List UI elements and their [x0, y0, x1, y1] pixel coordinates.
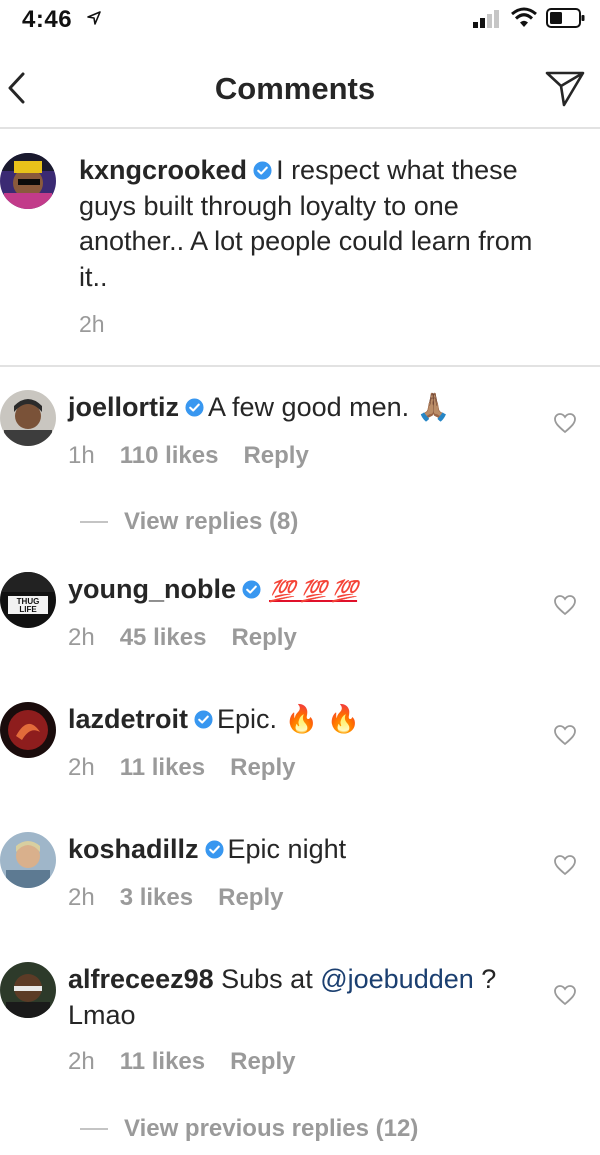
- fire-emoji: 🔥 🔥: [284, 704, 361, 735]
- comment-likes[interactable]: 3 likes: [120, 884, 193, 912]
- comment-likes[interactable]: 11 likes: [120, 1048, 205, 1076]
- post-caption: kxngcrooked I respect what these guys bui…: [0, 131, 600, 367]
- comment-item: THUG LIFE young_noble 💯 💯 💯 2h 45 likes R…: [0, 572, 600, 662]
- comment-meta: 2h 11 likes Reply: [68, 754, 295, 782]
- location-arrow-icon: [87, 11, 101, 25]
- comment-username[interactable]: lazdetroit: [68, 704, 188, 734]
- comment-timestamp: 2h: [68, 754, 95, 781]
- comment-username[interactable]: koshadillz: [68, 834, 199, 864]
- reply-button[interactable]: Reply: [230, 1048, 295, 1076]
- paper-plane-icon: [545, 71, 585, 107]
- comment-body: Epic.: [217, 704, 278, 734]
- comment-text: alfreceez98 Subs at @joebudden ? Lmao: [68, 962, 538, 1033]
- verified-badge-icon: [194, 710, 213, 729]
- nav-bar: Comments: [0, 45, 600, 129]
- comment-meta: 2h 3 likes Reply: [68, 884, 283, 912]
- avatar[interactable]: THUG LIFE: [0, 572, 56, 628]
- view-replies-label: View replies (8): [124, 508, 299, 535]
- comment-likes[interactable]: 45 likes: [120, 624, 207, 652]
- status-time: 4:46: [22, 6, 73, 33]
- avatar[interactable]: [0, 702, 56, 758]
- avatar[interactable]: [0, 390, 56, 446]
- heart-icon[interactable]: [553, 854, 577, 876]
- comment-meta: 1h 110 likes Reply: [68, 442, 309, 470]
- avatar-image: [0, 962, 56, 1018]
- svg-text:LIFE: LIFE: [19, 605, 37, 614]
- view-replies-button[interactable]: View replies (8): [80, 506, 298, 538]
- avatar[interactable]: [0, 153, 56, 209]
- avatar[interactable]: [0, 962, 56, 1018]
- cellular-signal-icon: [473, 10, 499, 28]
- comment-timestamp: 2h: [68, 624, 95, 651]
- divider-line: [80, 1128, 108, 1130]
- reply-button[interactable]: Reply: [243, 442, 308, 470]
- comment-body: A few good men.: [208, 392, 410, 422]
- comment-meta: 2h 45 likes Reply: [68, 624, 297, 652]
- comment-body: Subs at: [221, 964, 313, 994]
- hundred-points-emoji: 💯 💯 💯: [269, 579, 358, 603]
- avatar-image: [0, 702, 56, 758]
- verified-badge-icon: [185, 398, 204, 417]
- avatar-image: [0, 832, 56, 888]
- avatar-image: [0, 153, 56, 209]
- comment-item: koshadillz Epic night 2h 3 likes Reply: [0, 832, 600, 922]
- heart-icon[interactable]: [553, 984, 577, 1006]
- heart-icon[interactable]: [553, 412, 577, 434]
- comment-item: alfreceez98 Subs at @joebudden ? Lmao 2h…: [0, 962, 600, 1092]
- caption-text: kxngcrooked I respect what these guys bui…: [79, 153, 549, 295]
- avatar-image: [0, 390, 56, 446]
- comment-item: joellortiz A few good men. 🙏🏽 1h 110 like…: [0, 390, 600, 480]
- caption-timestamp: 2h: [79, 311, 105, 337]
- comment-likes[interactable]: 11 likes: [120, 754, 205, 782]
- verified-badge-icon: [242, 580, 261, 599]
- comment-username[interactable]: joellortiz: [68, 392, 179, 422]
- reply-button[interactable]: Reply: [230, 754, 295, 782]
- comment-text: koshadillz Epic night: [68, 832, 538, 868]
- comment-text: joellortiz A few good men. 🙏🏽: [68, 390, 538, 426]
- status-bar: 4:46: [0, 0, 600, 40]
- comment-username[interactable]: young_noble: [68, 574, 236, 604]
- reply-button[interactable]: Reply: [218, 884, 283, 912]
- comment-username[interactable]: alfreceez98: [68, 964, 214, 994]
- heart-icon[interactable]: [553, 594, 577, 616]
- share-button[interactable]: [542, 67, 588, 111]
- view-previous-replies-label: View previous replies (12): [124, 1115, 419, 1142]
- comment-item: lazdetroit Epic. 🔥 🔥 2h 11 likes Reply: [0, 702, 600, 792]
- reply-button[interactable]: Reply: [231, 624, 296, 652]
- comment-timestamp: 1h: [68, 442, 95, 469]
- wifi-icon: [511, 7, 537, 27]
- mention-link[interactable]: @joebudden: [320, 964, 474, 994]
- comment-meta: 2h 11 likes Reply: [68, 1048, 295, 1076]
- comment-text: young_noble 💯 💯 💯: [68, 572, 538, 610]
- avatar-image: THUG LIFE: [0, 572, 56, 628]
- verified-badge-icon: [205, 840, 224, 859]
- battery-icon: [546, 8, 585, 28]
- avatar[interactable]: [0, 832, 56, 888]
- heart-icon[interactable]: [553, 724, 577, 746]
- comment-text: lazdetroit Epic. 🔥 🔥: [68, 702, 538, 738]
- page-title: Comments: [214, 71, 376, 106]
- comment-timestamp: 2h: [68, 1048, 95, 1075]
- folded-hands-emoji: 🙏🏽: [416, 392, 451, 423]
- view-previous-replies-button[interactable]: View previous replies (12): [80, 1113, 418, 1145]
- comment-timestamp: 2h: [68, 884, 95, 911]
- divider-line: [80, 521, 108, 523]
- comment-body: Epic night: [227, 834, 347, 864]
- comment-likes[interactable]: 110 likes: [120, 442, 219, 470]
- verified-badge-icon: [253, 161, 272, 180]
- caption-username[interactable]: kxngcrooked: [79, 155, 247, 185]
